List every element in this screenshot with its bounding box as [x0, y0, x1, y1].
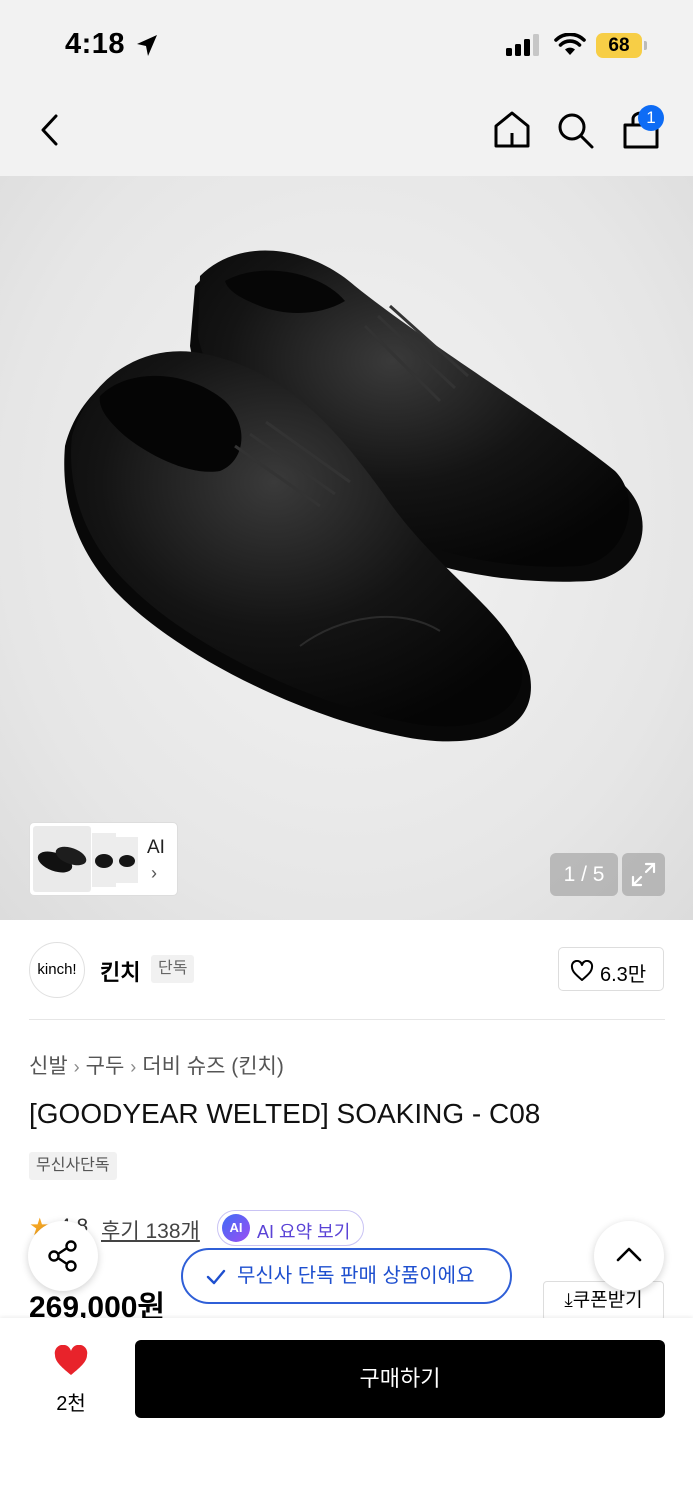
breadcrumb-separator: ›	[73, 1057, 80, 1077]
heart-filled-icon	[54, 1345, 88, 1375]
thumbnail-shoes-icon	[37, 846, 87, 873]
chevron-up-icon	[616, 1247, 642, 1262]
buy-button[interactable]: 구매하기	[135, 1340, 665, 1418]
thumbnail-shoe-icon	[95, 854, 113, 868]
wifi-icon	[554, 33, 586, 55]
thumbnail-3[interactable]	[116, 837, 138, 883]
breadcrumb-separator: ›	[130, 1057, 137, 1077]
brand-exclusive-tag: 단독	[151, 955, 195, 983]
product-title: [GOODYEAR WELTED] SOAKING - C08	[29, 1098, 541, 1129]
thumbnail-strip[interactable]: AI ›	[29, 822, 178, 896]
like-count: 2천	[56, 1393, 86, 1415]
like-button[interactable]: 2천	[45, 1342, 97, 1417]
share-button[interactable]	[28, 1221, 98, 1291]
battery-indicator: 68	[596, 33, 642, 58]
product-image[interactable]	[0, 176, 693, 920]
share-icon	[48, 1240, 77, 1272]
checkmark-icon	[206, 1269, 226, 1285]
scroll-to-top-button[interactable]	[594, 1221, 664, 1291]
exclusive-toast: 무신사 단독 판매 상품이에요	[181, 1248, 512, 1304]
breadcrumb-item[interactable]: 더비 슈즈 (킨치)	[142, 1055, 284, 1078]
ai-icon: AI	[222, 1214, 250, 1242]
divider	[29, 1019, 665, 1020]
expand-icon	[631, 862, 656, 887]
brand-logo[interactable]: kinch!	[29, 942, 85, 998]
thumbnail-2[interactable]	[92, 833, 116, 887]
ai-summary-button[interactable]: AI AI 요약 보기	[217, 1210, 364, 1246]
coupon-button[interactable]: ⤓쿠폰받기	[543, 1281, 664, 1321]
derby-shoes-illustration	[64, 250, 643, 742]
breadcrumb-item[interactable]: 신발	[29, 1055, 68, 1078]
chevron-right-icon: ›	[151, 863, 157, 883]
review-link[interactable]: 후기 138개	[101, 1215, 200, 1245]
ai-summary-label: AI 요약 보기	[257, 1222, 351, 1242]
thumbnail-shoe-icon	[119, 855, 135, 867]
expand-image-button[interactable]	[622, 853, 665, 896]
image-page-counter: 1 / 5	[550, 853, 618, 896]
toast-message: 무신사 단독 판매 상품이에요	[237, 1265, 475, 1287]
thumbnail-1[interactable]	[33, 826, 91, 892]
back-arrow-icon[interactable]	[38, 113, 62, 147]
cart-count-badge: 1	[638, 105, 664, 131]
thumbnail-ai-label: AI	[147, 837, 165, 858]
search-icon[interactable]	[556, 111, 596, 151]
exclusive-tag: 무신사단독	[29, 1152, 117, 1180]
heart-outline-icon	[570, 960, 594, 981]
status-time: 4:18	[65, 28, 126, 60]
brand-name[interactable]: 킨치	[100, 955, 140, 987]
favorite-count: 6.3만	[600, 964, 647, 986]
home-icon[interactable]	[492, 109, 532, 149]
location-arrow-icon	[137, 35, 157, 56]
brand-favorite-button[interactable]: 6.3만	[558, 947, 664, 991]
cellular-signal-icon	[506, 34, 539, 56]
battery-tip	[644, 41, 647, 50]
breadcrumb: 신발 › 구두 › 더비 슈즈 (킨치)	[29, 1050, 284, 1080]
status-bar: 4:18 68	[0, 0, 693, 88]
breadcrumb-item[interactable]: 구두	[86, 1055, 125, 1078]
